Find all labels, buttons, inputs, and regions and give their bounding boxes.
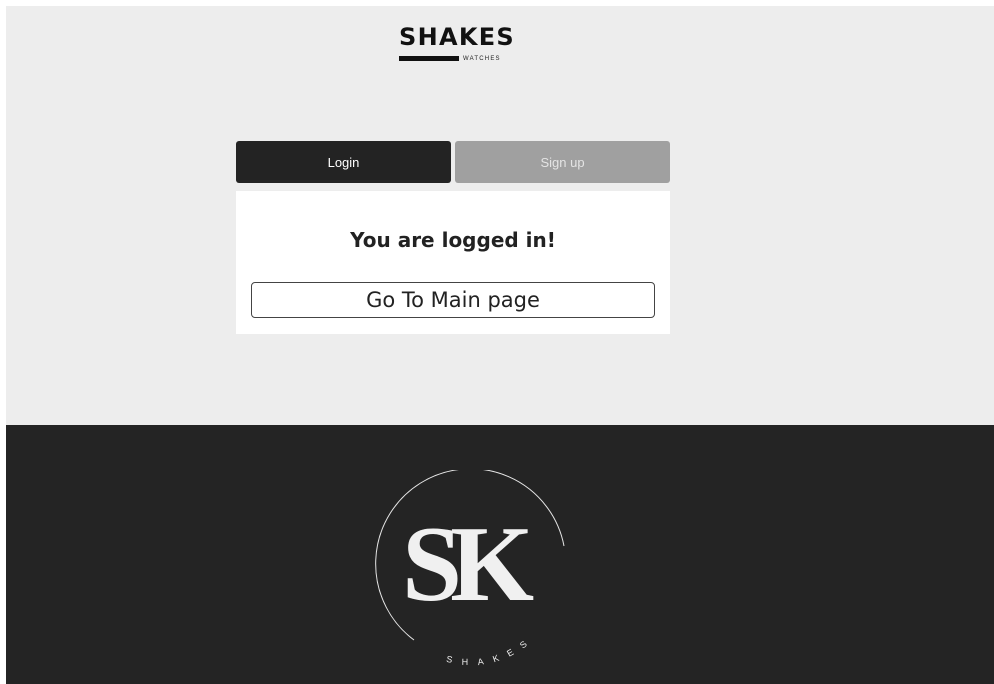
- logo-monogram: SK: [402, 505, 534, 624]
- brand-name: SHAKES: [399, 23, 516, 51]
- tab-sign-up[interactable]: Sign up: [455, 141, 670, 183]
- logo-ring-text-path: SHAKES: [445, 632, 526, 667]
- logo-ring-text: SHAKES: [445, 632, 536, 667]
- brand-underline: [399, 56, 459, 61]
- page: SHAKES WATCHES Login Sign up You are log…: [0, 0, 994, 684]
- logged-in-message: You are logged in!: [350, 228, 556, 252]
- go-to-main-page-button[interactable]: Go To Main page: [251, 282, 655, 318]
- login-status-card: You are logged in! Go To Main page: [236, 191, 670, 334]
- brand-logo[interactable]: SHAKES WATCHES: [399, 23, 529, 65]
- brand-subtitle: WATCHES: [463, 56, 501, 62]
- login-area: SHAKES WATCHES Login Sign up You are log…: [6, 6, 994, 425]
- tab-login[interactable]: Login: [236, 141, 451, 183]
- footer: SK SHAKES: [6, 425, 994, 684]
- sk-logo-icon: SK SHAKES: [375, 470, 565, 667]
